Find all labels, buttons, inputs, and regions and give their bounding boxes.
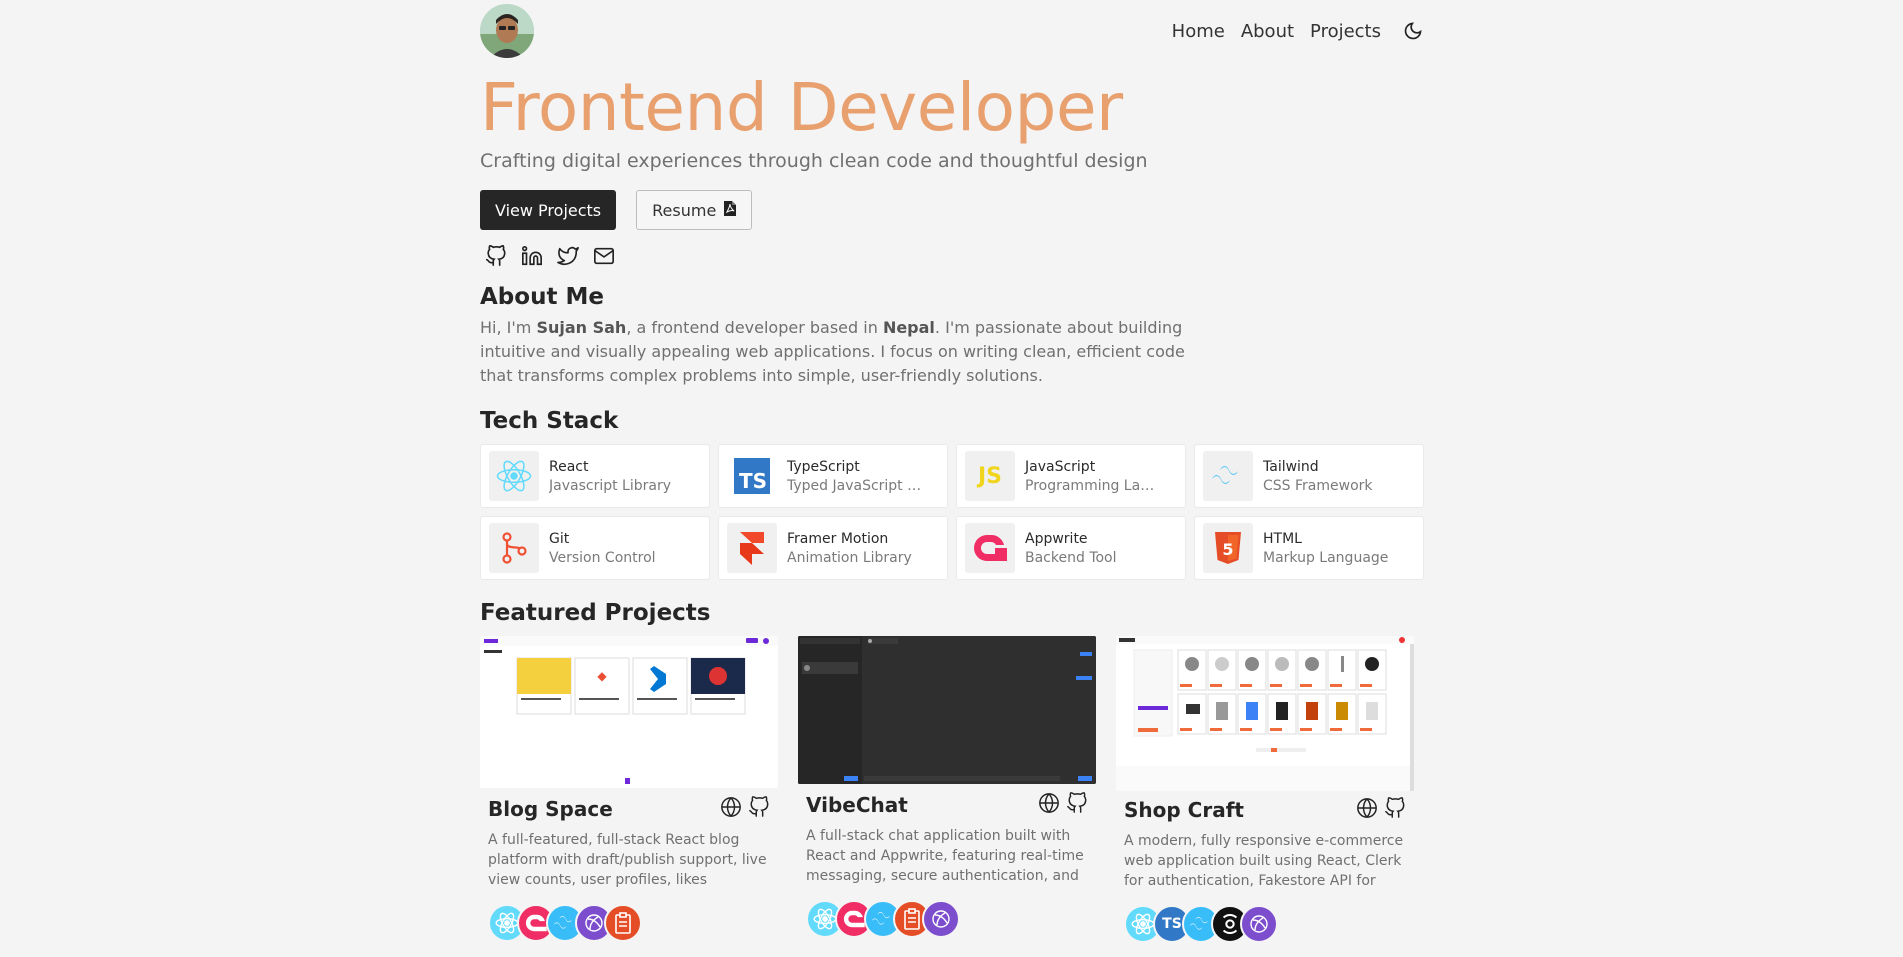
- nav-about[interactable]: About: [1241, 21, 1294, 42]
- project-title: Shop Craft: [1124, 798, 1244, 822]
- hero-subtitle: Crafting digital experiences through cle…: [480, 150, 1148, 172]
- project-stack: [798, 900, 1096, 938]
- framer-motion-icon: [1240, 905, 1278, 943]
- top-nav: Home About Projects: [480, 0, 1425, 62]
- project-title: Blog Space: [488, 797, 613, 821]
- about-section: About Me Hi, I'm Sujan Sah, a frontend d…: [480, 284, 1425, 388]
- projects-section: Featured Projects ◆ Blog Space A full-fe…: [480, 600, 1425, 943]
- hero-title: Frontend Developer: [480, 69, 1123, 146]
- project-screenshot[interactable]: [798, 636, 1096, 784]
- tech-card-appwrite: Appwrite Backend Tool: [956, 516, 1186, 580]
- nav-home[interactable]: Home: [1172, 21, 1225, 42]
- tech-name: React: [549, 458, 589, 475]
- twitter-icon[interactable]: [556, 244, 580, 268]
- about-text: Hi, I'm Sujan Sah, a frontend developer …: [480, 318, 1185, 385]
- project-screenshot[interactable]: [1116, 636, 1414, 791]
- avatar[interactable]: [480, 4, 534, 58]
- about-name: Sujan Sah: [536, 318, 627, 337]
- about-heading: About Me: [480, 284, 604, 310]
- git-icon: [489, 523, 539, 573]
- tech-card-react: React Javascript Library: [480, 444, 710, 508]
- view-projects-label: View Projects: [495, 200, 602, 220]
- globe-icon[interactable]: [1038, 792, 1060, 818]
- svg-text:◆: ◆: [597, 669, 607, 683]
- tech-desc: CSS Framework: [1263, 477, 1373, 494]
- tech-name: Git: [549, 530, 570, 547]
- tech-card-html: 5 HTML Markup Language: [1194, 516, 1424, 580]
- tech-desc: Version Control: [549, 549, 656, 566]
- resume-button[interactable]: Resume: [636, 190, 753, 230]
- nav-projects[interactable]: Projects: [1310, 21, 1381, 42]
- tech-card-framer-motion: Framer Motion Animation Library: [718, 516, 948, 580]
- tech-section: Tech Stack React Javascript Library TS Ty…: [480, 408, 1425, 580]
- tech-desc: Typed JavaScript Superset: [787, 477, 922, 494]
- tech-heading: Tech Stack: [480, 408, 619, 434]
- tech-name: Appwrite: [1025, 530, 1088, 547]
- project-stack: [480, 904, 778, 942]
- tech-desc: Programming Language: [1025, 477, 1160, 494]
- project-description: A full-stack chat application built with…: [806, 828, 1084, 884]
- tech-card-typescript: TS TypeScript Typed JavaScript Superset: [718, 444, 948, 508]
- tech-desc: Backend Tool: [1025, 549, 1117, 566]
- github-icon[interactable]: [484, 244, 508, 268]
- project-title: VibeChat: [806, 793, 908, 817]
- resume-label: Resume: [652, 200, 717, 220]
- framer-motion-icon: [922, 900, 960, 938]
- tech-desc: Javascript Library: [549, 477, 671, 494]
- appwrite-icon: [965, 523, 1015, 573]
- globe-icon[interactable]: [720, 796, 742, 822]
- javascript-icon: JS: [965, 451, 1015, 501]
- pdf-file-icon: [724, 200, 737, 220]
- react-icon: [489, 451, 539, 501]
- linkedin-icon[interactable]: [520, 244, 544, 268]
- tech-card-javascript: JS JavaScript Programming Language: [956, 444, 1186, 508]
- project-description: A full-featured, full-stack React blog p…: [488, 832, 767, 888]
- github-icon[interactable]: [1384, 797, 1406, 823]
- tailwind-icon: [1203, 451, 1253, 501]
- project-card: ◆ Blog Space A full-featured, full-stack…: [480, 636, 778, 943]
- tech-name: Framer Motion: [787, 530, 889, 547]
- tech-desc: Markup Language: [1263, 549, 1389, 566]
- typescript-icon: TS: [727, 451, 777, 501]
- moon-icon[interactable]: [1401, 19, 1425, 43]
- tech-name: HTML: [1263, 530, 1302, 547]
- mail-icon[interactable]: [592, 244, 616, 268]
- tech-name: TypeScript: [787, 458, 860, 475]
- html5-icon: 5: [1203, 523, 1253, 573]
- view-projects-button[interactable]: View Projects: [480, 190, 617, 230]
- github-icon[interactable]: [1066, 792, 1088, 818]
- tech-name: JavaScript: [1025, 458, 1096, 475]
- project-description: A modern, fully responsive e-commerce we…: [1124, 833, 1404, 889]
- tech-name: Tailwind: [1263, 458, 1319, 475]
- github-icon[interactable]: [748, 796, 770, 822]
- project-card: Shop Craft A modern, fully responsive e-…: [1116, 636, 1414, 943]
- globe-icon[interactable]: [1356, 797, 1378, 823]
- about-place: Nepal: [882, 318, 935, 337]
- project-screenshot[interactable]: ◆: [480, 636, 778, 788]
- svg-text:5: 5: [1222, 540, 1233, 559]
- tech-desc: Animation Library: [787, 549, 912, 566]
- project-stack: TS: [1116, 905, 1414, 943]
- tech-card-git: Git Version Control: [480, 516, 710, 580]
- tech-card-tailwind: Tailwind CSS Framework: [1194, 444, 1424, 508]
- clipboard-icon: [604, 904, 642, 942]
- projects-heading: Featured Projects: [480, 600, 711, 626]
- project-card: VibeChat A full-stack chat application b…: [798, 636, 1096, 943]
- framer-motion-icon: [727, 523, 777, 573]
